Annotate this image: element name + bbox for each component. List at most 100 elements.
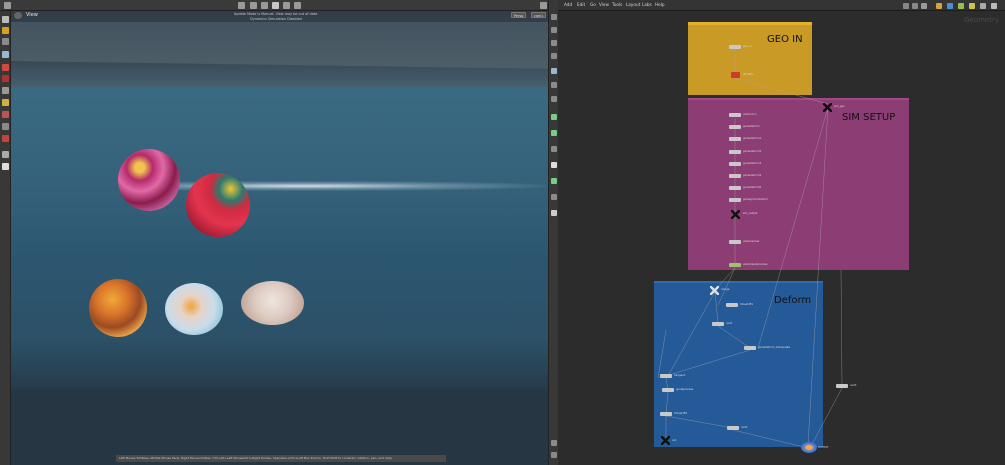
node-geo-in-output[interactable] — [731, 72, 740, 78]
note-icon[interactable] — [969, 3, 975, 9]
persp-button[interactable]: Persp — [511, 12, 527, 18]
lights-icon[interactable] — [551, 96, 557, 102]
pose-tool-icon[interactable] — [2, 75, 9, 82]
node-deform-6[interactable] — [660, 412, 672, 416]
node-label-sim-merge-2: sim_output — [743, 212, 758, 215]
network-box-sim-setup[interactable]: SIM SETUP — [688, 98, 909, 270]
rotate-icon[interactable] — [261, 2, 268, 9]
node-deform-1[interactable] — [726, 303, 738, 307]
node-sim-merge-2[interactable] — [731, 210, 740, 219]
node-label-outside-1: null3 — [850, 384, 857, 387]
node-geo-in-object-merge[interactable] — [729, 45, 741, 49]
houdini-window: View Update Mode is Manual. View may be … — [0, 0, 1005, 465]
magnet-tool-icon[interactable] — [2, 111, 9, 118]
node-sim-7[interactable] — [729, 186, 741, 190]
move-tool-icon[interactable] — [2, 38, 9, 45]
menu-layout[interactable]: Layout — [626, 2, 640, 7]
handle-tool-icon[interactable] — [2, 64, 9, 71]
isolate-icon[interactable] — [551, 130, 557, 136]
expand-icon[interactable] — [551, 452, 557, 458]
brush-tool-icon[interactable] — [2, 27, 9, 34]
shape-icon[interactable] — [947, 3, 953, 9]
help-icon[interactable] — [551, 440, 557, 446]
render-tool-icon[interactable] — [2, 163, 9, 170]
node-label-deform-4: hairgen1 — [674, 374, 686, 377]
network-box-geo-in[interactable]: GEO IN — [688, 22, 812, 95]
network-box-deform[interactable]: Deform — [654, 281, 823, 447]
grid-icon[interactable] — [921, 3, 927, 9]
camera-tool-icon[interactable] — [2, 123, 9, 130]
node-label-deform-1: timeshift1 — [740, 303, 754, 306]
handle-icon[interactable] — [272, 2, 279, 9]
horizon-band — [11, 61, 548, 87]
display-icon[interactable] — [294, 2, 301, 9]
snap-icon[interactable] — [283, 2, 290, 9]
ghost-icon[interactable] — [551, 146, 557, 152]
node-sim-9[interactable] — [729, 240, 741, 244]
node-deform-5[interactable] — [662, 388, 674, 392]
record-tool-icon[interactable] — [2, 135, 9, 142]
node-final-output[interactable] — [801, 442, 817, 453]
badge-icon[interactable] — [958, 3, 964, 9]
transform-icon[interactable] — [250, 2, 257, 9]
menu-view[interactable]: View — [599, 2, 609, 7]
node-deform-merge-2[interactable] — [661, 436, 670, 445]
pin-icon[interactable] — [991, 3, 997, 9]
grid-icon[interactable] — [551, 82, 557, 88]
wireframe-icon[interactable] — [551, 27, 557, 33]
node-deform-2[interactable] — [712, 322, 724, 326]
light-tool-icon[interactable] — [2, 99, 9, 106]
node-deform-7[interactable] — [727, 426, 739, 430]
menu-go[interactable]: Go — [590, 2, 596, 7]
safe-area-icon[interactable] — [551, 194, 557, 200]
floor-plane — [11, 389, 548, 465]
node-deform-4[interactable] — [660, 374, 672, 378]
shading-icon[interactable] — [551, 14, 557, 20]
node-sim-1[interactable] — [729, 113, 741, 117]
visibility-icon[interactable] — [551, 162, 557, 168]
palette-icon[interactable] — [936, 3, 942, 9]
node-deform-merge[interactable] — [710, 286, 719, 295]
node-sim-6[interactable] — [729, 174, 741, 178]
view-tool-icon[interactable] — [2, 51, 9, 58]
node-sim-3[interactable] — [729, 137, 741, 141]
display-tool-icon[interactable] — [2, 151, 9, 158]
pin-icon[interactable] — [540, 2, 547, 9]
select-tool-icon[interactable] — [2, 16, 9, 23]
network-editor[interactable]: Add Edit Go View Tools Layout Labs Help … — [558, 0, 1005, 465]
guides-icon[interactable] — [551, 114, 557, 120]
node-deform-3[interactable] — [744, 346, 756, 350]
menu-edit[interactable]: Edit — [577, 2, 585, 7]
tools-icon[interactable] — [903, 3, 909, 9]
node-label-deform-5: guideprocess — [676, 388, 694, 391]
template-icon[interactable] — [551, 178, 557, 184]
menu-help[interactable]: Help — [655, 2, 665, 7]
snap-tool-icon[interactable] — [2, 87, 9, 94]
box-label-deform: Deform — [774, 295, 812, 306]
node-sim-4[interactable] — [729, 150, 741, 154]
normals-icon[interactable] — [551, 53, 557, 59]
node-sim-2[interactable] — [729, 125, 741, 129]
menu-add[interactable]: Add — [564, 2, 572, 7]
select-icon[interactable] — [238, 2, 245, 9]
node-sim-output[interactable] — [729, 263, 741, 267]
node-outside-1[interactable] — [836, 384, 848, 388]
points-icon[interactable] — [551, 40, 557, 46]
camera-link-icon[interactable] — [551, 210, 557, 216]
node-sim-5[interactable] — [729, 162, 741, 166]
node-label-sim-6: guidedeform4 — [743, 174, 762, 177]
menu-tools[interactable]: Tools — [612, 2, 622, 7]
info-icon[interactable] — [980, 3, 986, 9]
wrench-icon[interactable] — [912, 3, 918, 9]
scene-viewport[interactable]: View Update Mode is Manual. View may be … — [11, 11, 548, 465]
node-label-sim-8: guidegroomdeform — [743, 198, 768, 201]
camera-button[interactable]: cam1 — [531, 12, 547, 18]
background-icon[interactable] — [551, 68, 557, 74]
node-sim-8[interactable] — [729, 198, 741, 202]
node-label-sim-9: vellumsolver — [743, 240, 760, 243]
camera-icon[interactable] — [14, 12, 22, 19]
menu-icon[interactable] — [4, 2, 11, 9]
network-menubar: Add Edit Go View Tools Layout Labs Help — [558, 0, 1005, 11]
menu-labs[interactable]: Labs — [642, 2, 652, 7]
node-sim-merge[interactable] — [823, 103, 832, 112]
